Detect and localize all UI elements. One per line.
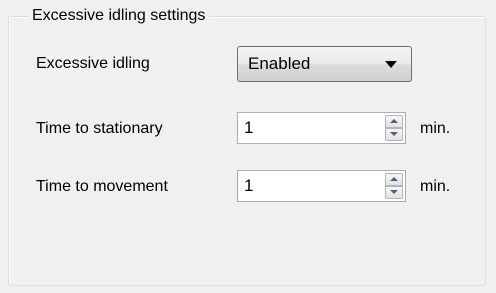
time-to-movement-decrement-button[interactable] [385, 186, 403, 199]
time-to-movement-stepper [237, 170, 406, 202]
excessive-idling-selected-value: Enabled [248, 54, 311, 73]
time-to-stationary-input[interactable] [238, 113, 372, 143]
time-to-stationary-decrement-button[interactable] [385, 128, 403, 141]
arrow-up-icon [390, 177, 398, 181]
chevron-down-icon [385, 61, 397, 68]
time-to-movement-input[interactable] [238, 171, 372, 201]
excessive-idling-dropdown[interactable]: Enabled [237, 46, 412, 82]
time-to-stationary-spin-buttons [385, 115, 403, 141]
arrow-down-icon [390, 132, 398, 136]
time-to-stationary-stepper [237, 112, 406, 144]
time-to-stationary-increment-button[interactable] [385, 115, 403, 128]
groupbox-title: Excessive idling settings [28, 5, 210, 27]
arrow-down-icon [390, 190, 398, 194]
arrow-up-icon [390, 119, 398, 123]
settings-panel: Excessive idling settings Excessive idli… [0, 0, 496, 293]
time-to-movement-unit: min. [420, 178, 451, 195]
time-to-stationary-label: Time to stationary [36, 120, 163, 137]
time-to-movement-increment-button[interactable] [385, 173, 403, 186]
excessive-idling-label: Excessive idling [36, 55, 150, 72]
time-to-stationary-unit: min. [420, 120, 451, 137]
time-to-movement-spin-buttons [385, 173, 403, 199]
time-to-movement-label: Time to movement [36, 178, 168, 195]
